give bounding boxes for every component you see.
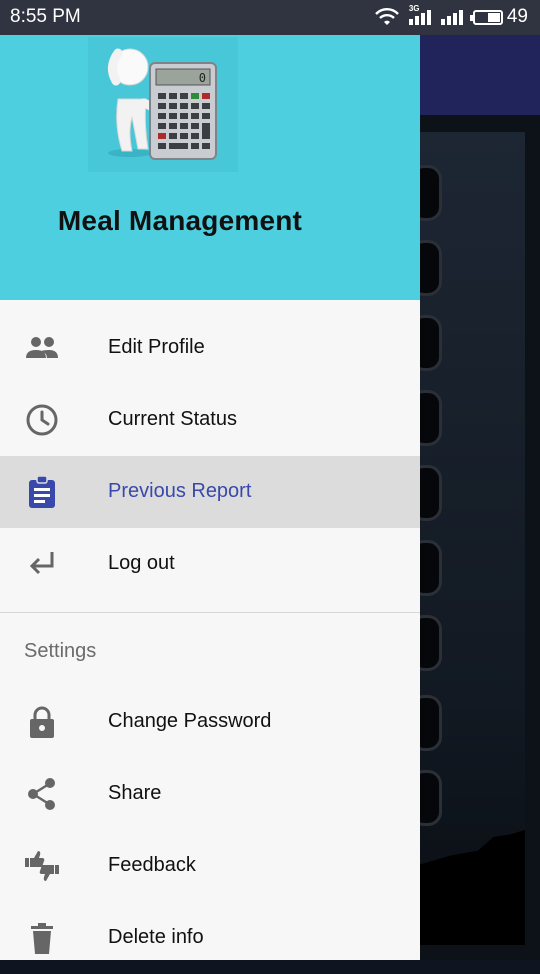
lock-icon — [30, 706, 54, 738]
menu-label: Log out — [108, 552, 175, 574]
menu-label: Feedback — [108, 854, 196, 876]
menu-item-current-status[interactable]: Current Status — [0, 384, 420, 456]
menu-label: Share — [108, 782, 162, 804]
clipboard-icon — [29, 475, 55, 508]
settings-section-title: Settings — [24, 640, 97, 662]
network-type-label: 3G — [408, 3, 420, 13]
status-time: 8:55 PM — [10, 6, 81, 27]
cellular-signal-icon — [440, 9, 463, 25]
battery-icon — [469, 9, 503, 25]
menu-item-feedback[interactable]: Feedback — [0, 830, 420, 902]
return-arrow-icon — [29, 552, 54, 575]
app-title: Meal Management — [57, 205, 303, 236]
menu-item-edit-profile[interactable]: Edit Profile — [0, 312, 420, 384]
thumbs-up-down-icon — [25, 851, 59, 881]
wifi-icon — [374, 8, 399, 25]
menu-label: Delete info — [108, 926, 204, 948]
navigation-drawer: 0 Meal Management Edit Profile Current S… — [0, 35, 420, 960]
main-menu: Edit Profile Current Status Previous Rep… — [0, 312, 420, 600]
menu-label: Previous Report — [108, 480, 252, 502]
settings-menu: Change Password Share Feedback Delete in… — [0, 686, 420, 974]
menu-label: Current Status — [108, 408, 237, 430]
people-icon — [26, 337, 58, 358]
trash-icon — [31, 923, 53, 954]
menu-item-share[interactable]: Share — [0, 758, 420, 830]
svg-text:0: 0 — [199, 71, 206, 85]
cellular-3g-signal-icon: 3G — [408, 4, 431, 25]
calculator-mascot-icon: 0 — [88, 37, 238, 172]
divider — [0, 612, 420, 613]
battery-level: 49 — [506, 6, 528, 27]
status-icons: 3G 49 — [374, 4, 528, 28]
menu-item-delete-info[interactable]: Delete info — [0, 902, 420, 974]
drawer-header: 0 Meal Management — [0, 35, 420, 300]
menu-item-previous-report[interactable]: Previous Report — [0, 456, 420, 528]
share-icon — [28, 778, 55, 810]
background-toolbar — [420, 35, 540, 115]
menu-label: Change Password — [108, 710, 272, 732]
menu-label: Edit Profile — [108, 336, 205, 358]
menu-item-log-out[interactable]: Log out — [0, 528, 420, 600]
menu-item-change-password[interactable]: Change Password — [0, 686, 420, 758]
status-bar: 8:55 PM 3G 49 — [0, 0, 540, 35]
clock-icon — [26, 404, 58, 436]
